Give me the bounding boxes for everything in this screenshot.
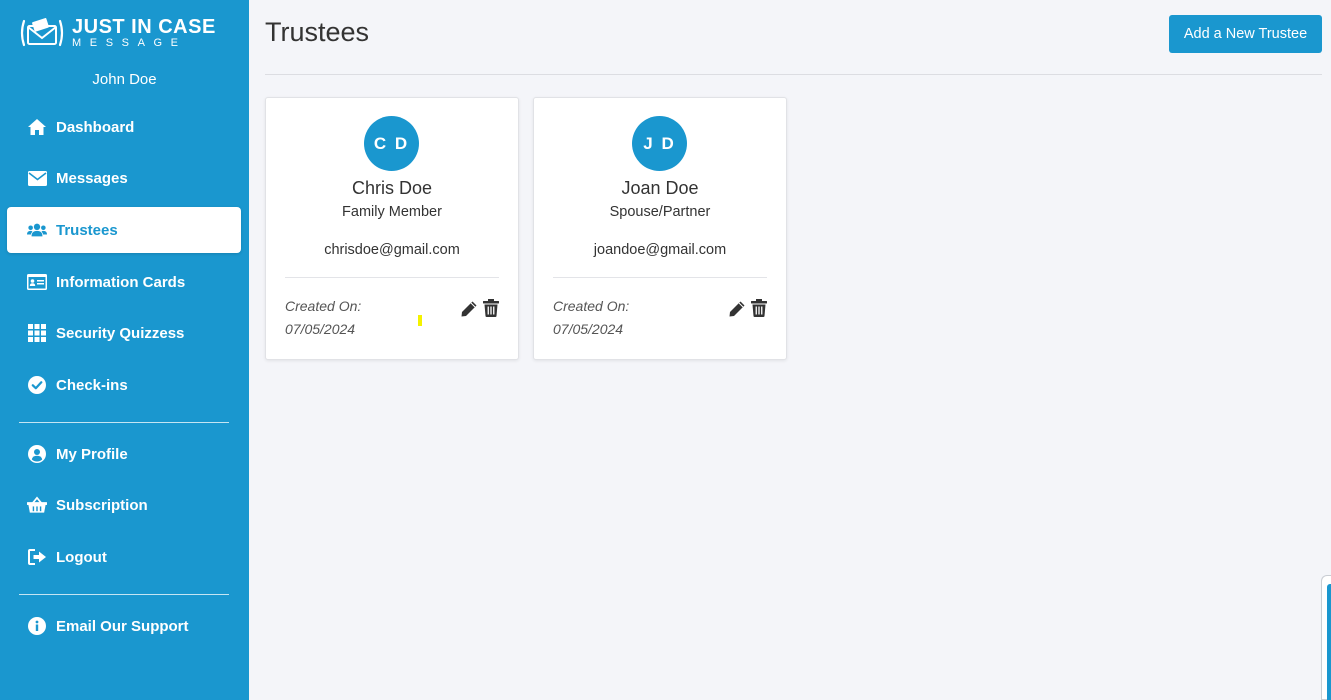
avatar: C D bbox=[364, 116, 419, 171]
side-widget-tab[interactable] bbox=[1321, 575, 1331, 700]
trustee-card: C D Chris Doe Family Member chrisdoe@gma… bbox=[265, 97, 519, 360]
card-divider bbox=[285, 277, 499, 278]
app-logo[interactable]: JUST IN CASE MESSAGE bbox=[18, 17, 216, 49]
envelope-icon bbox=[27, 168, 47, 188]
sidebar-item-information-cards[interactable]: Information Cards bbox=[7, 259, 241, 305]
trash-icon[interactable] bbox=[483, 299, 499, 317]
sidebar-divider bbox=[19, 594, 229, 595]
sidebar-item-trustees[interactable]: Trustees bbox=[7, 207, 241, 253]
sidebar-item-my-profile[interactable]: My Profile bbox=[7, 431, 241, 477]
sidebar-item-label: Messages bbox=[56, 169, 128, 187]
trustee-relationship: Spouse/Partner bbox=[609, 204, 711, 220]
sidebar-item-email-support[interactable]: Email Our Support bbox=[7, 603, 241, 649]
trustee-name: Joan Doe bbox=[621, 178, 699, 198]
trustee-relationship: Family Member bbox=[342, 204, 442, 220]
logo-subtitle: MESSAGE bbox=[72, 37, 187, 49]
envelope-logo-icon bbox=[20, 18, 64, 47]
side-widget-tab-fill bbox=[1327, 584, 1331, 700]
user-name: John Doe bbox=[92, 71, 157, 88]
sidebar-item-label: Dashboard bbox=[56, 118, 135, 136]
users-icon bbox=[27, 220, 47, 240]
created-date: 07/05/2024 bbox=[285, 321, 356, 337]
sidebar: JUST IN CASE MESSAGE John Doe Dashboard … bbox=[0, 0, 249, 700]
sidebar-item-label: Information Cards bbox=[56, 273, 186, 291]
created-label: Created On: bbox=[285, 298, 362, 314]
sidebar-item-label: Subscription bbox=[56, 496, 148, 514]
sidebar-item-security-quizzess[interactable]: Security Quizzess bbox=[7, 310, 241, 356]
logo-title: JUST IN CASE bbox=[72, 16, 216, 38]
created-label: Created On: bbox=[553, 298, 630, 314]
grid-icon bbox=[27, 323, 47, 343]
sidebar-item-label: Security Quizzess bbox=[56, 324, 185, 342]
title-divider bbox=[265, 74, 1322, 75]
sidebar-item-label: Check-ins bbox=[56, 376, 128, 394]
logout-icon bbox=[27, 547, 47, 567]
avatar: J D bbox=[632, 116, 687, 171]
sidebar-item-check-ins[interactable]: Check-ins bbox=[7, 362, 241, 408]
trustee-card: J D Joan Doe Spouse/Partner joandoe@gmai… bbox=[533, 97, 787, 360]
add-trustee-button[interactable]: Add a New Trustee bbox=[1169, 15, 1322, 53]
sidebar-item-label: Trustees bbox=[56, 221, 118, 239]
basket-icon bbox=[27, 495, 47, 515]
trustee-email: joandoe@gmail.com bbox=[593, 242, 727, 258]
info-circle-icon bbox=[27, 616, 47, 636]
sidebar-item-dashboard[interactable]: Dashboard bbox=[7, 104, 241, 150]
home-icon bbox=[27, 117, 47, 137]
sidebar-divider bbox=[19, 422, 229, 423]
sidebar-item-label: Email Our Support bbox=[56, 617, 189, 635]
card-divider bbox=[553, 277, 767, 278]
pencil-icon[interactable] bbox=[460, 300, 478, 318]
sidebar-item-messages[interactable]: Messages bbox=[7, 155, 241, 201]
sidebar-item-label: My Profile bbox=[56, 445, 128, 463]
trash-icon[interactable] bbox=[751, 299, 767, 317]
trustee-name: Chris Doe bbox=[351, 178, 433, 198]
user-circle-icon bbox=[27, 444, 47, 464]
trustee-email: chrisdoe@gmail.com bbox=[324, 242, 460, 258]
sidebar-item-label: Logout bbox=[56, 548, 107, 566]
created-date: 07/05/2024 bbox=[553, 321, 624, 337]
check-circle-icon bbox=[27, 375, 47, 395]
sidebar-item-subscription[interactable]: Subscription bbox=[7, 482, 241, 528]
id-card-icon bbox=[27, 272, 47, 292]
cursor-marker bbox=[418, 315, 422, 326]
pencil-icon[interactable] bbox=[728, 300, 746, 318]
sidebar-item-logout[interactable]: Logout bbox=[7, 534, 241, 580]
page-title: Trustees bbox=[265, 17, 370, 47]
